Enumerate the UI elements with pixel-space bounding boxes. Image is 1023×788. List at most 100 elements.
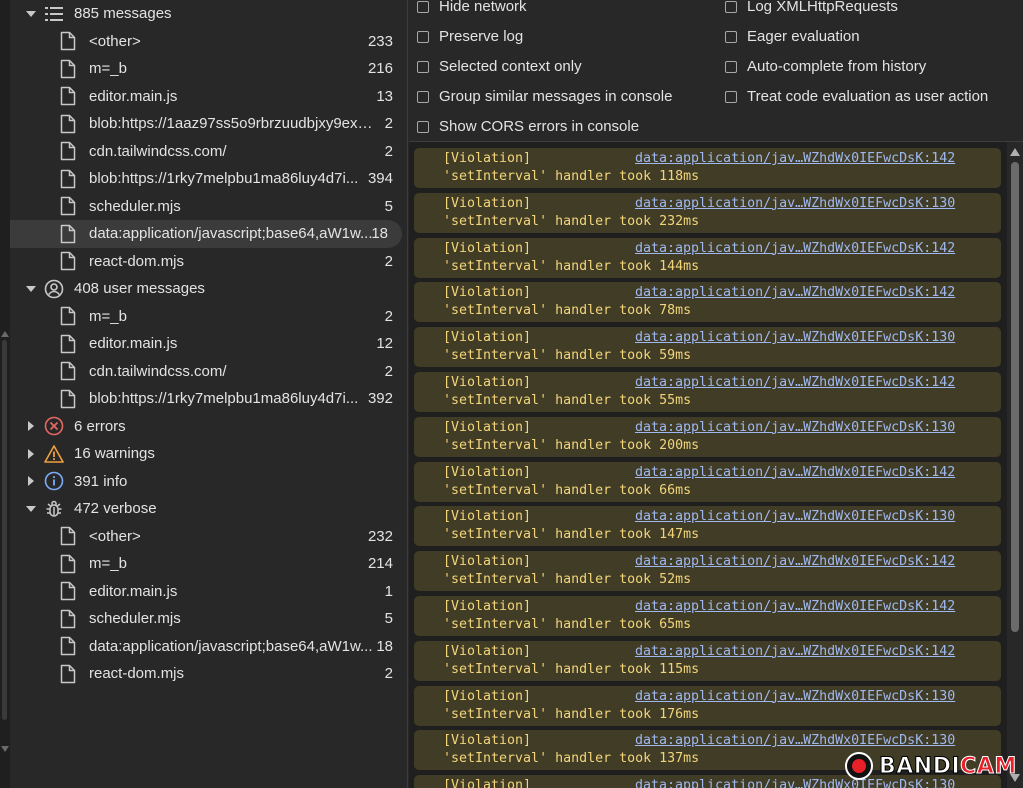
file-icon bbox=[60, 86, 76, 106]
console-messages[interactable]: [Violation] data:application/jav…WZhdWx0I… bbox=[409, 142, 1007, 788]
source-item[interactable]: scheduler.mjs 5 bbox=[10, 605, 407, 633]
violation-message[interactable]: [Violation] data:application/jav…WZhdWx0I… bbox=[414, 640, 1001, 681]
source-item[interactable]: editor.main.js 1 bbox=[10, 578, 407, 606]
violation-message[interactable]: [Violation] data:application/jav…WZhdWx0I… bbox=[414, 372, 1001, 412]
group-391-info[interactable]: 391 info bbox=[10, 468, 407, 496]
violation-message[interactable]: [Violation] data:application/jav…WZhdWx0I… bbox=[414, 327, 1001, 368]
caret-right-icon[interactable] bbox=[24, 419, 38, 433]
source-label: cdn.tailwindcss.com/ bbox=[89, 362, 227, 380]
autocomplete-history-option[interactable]: Auto-complete from history bbox=[725, 58, 926, 75]
source-item[interactable]: <other> 233 bbox=[10, 28, 407, 56]
group-16-warnings[interactable]: 16 warnings bbox=[10, 440, 407, 468]
violation-message[interactable]: [Violation] data:application/jav…WZhdWx0I… bbox=[414, 192, 1001, 233]
violation-text: 'setInterval' handler took 59ms bbox=[443, 348, 692, 364]
source-link[interactable]: data:application/jav…WZhdWx0IEFwcDsK:142 bbox=[635, 151, 955, 166]
message-count: 2 bbox=[384, 115, 393, 133]
source-item[interactable]: blob:https://1rky7melpbu1ma86luy4d7i... 3… bbox=[10, 385, 407, 413]
violation-message[interactable]: [Violation] data:application/jav…WZhdWx0I… bbox=[414, 596, 1001, 636]
source-item[interactable]: react-dom.mjs 2 bbox=[10, 660, 407, 688]
log-xhr-checkbox[interactable] bbox=[725, 0, 737, 13]
caret-right-icon[interactable] bbox=[24, 474, 38, 488]
caret-down-icon[interactable] bbox=[24, 7, 38, 21]
scrollbar-thumb[interactable] bbox=[1011, 162, 1019, 632]
hide-network-checkbox[interactable] bbox=[417, 0, 429, 13]
source-link[interactable]: data:application/jav…WZhdWx0IEFwcDsK:130 bbox=[635, 733, 955, 748]
treat-code-eval-option[interactable]: Treat code evaluation as user action bbox=[725, 88, 988, 105]
group-similar-option[interactable]: Group similar messages in console bbox=[417, 88, 672, 105]
source-label: editor.main.js bbox=[89, 335, 178, 353]
scroll-down-arrow-icon[interactable] bbox=[1, 746, 9, 752]
source-link[interactable]: data:application/jav…WZhdWx0IEFwcDsK:130 bbox=[635, 196, 955, 211]
caret-down-icon[interactable] bbox=[24, 282, 38, 296]
selected-context-only-option[interactable]: Selected context only bbox=[417, 58, 582, 75]
source-link[interactable]: data:application/jav…WZhdWx0IEFwcDsK:142 bbox=[635, 599, 955, 614]
hide-network-option[interactable]: Hide network bbox=[417, 0, 527, 15]
violation-message[interactable]: [Violation] data:application/jav…WZhdWx0I… bbox=[414, 685, 1001, 726]
source-link[interactable]: data:application/jav…WZhdWx0IEFwcDsK:142 bbox=[635, 285, 955, 300]
source-item[interactable]: m=_b 2 bbox=[10, 303, 407, 331]
source-item[interactable]: cdn.tailwindcss.com/2 bbox=[10, 138, 407, 166]
source-link[interactable]: data:application/jav…WZhdWx0IEFwcDsK:142 bbox=[635, 375, 955, 390]
show-cors-option[interactable]: Show CORS errors in console bbox=[417, 118, 639, 135]
source-link[interactable]: data:application/jav…WZhdWx0IEFwcDsK:142 bbox=[635, 644, 955, 659]
source-link[interactable]: data:application/jav…WZhdWx0IEFwcDsK:142 bbox=[635, 465, 955, 480]
source-link[interactable]: data:application/jav…WZhdWx0IEFwcDsK:130 bbox=[635, 420, 955, 435]
source-link[interactable]: data:application/jav…WZhdWx0IEFwcDsK:142 bbox=[635, 241, 955, 256]
preserve-log-option[interactable]: Preserve log bbox=[417, 28, 523, 45]
source-link[interactable]: data:application/jav…WZhdWx0IEFwcDsK:142 bbox=[635, 554, 955, 569]
eager-evaluation-checkbox[interactable] bbox=[725, 30, 737, 43]
source-link[interactable]: data:application/jav…WZhdWx0IEFwcDsK:130 bbox=[635, 689, 955, 704]
group-408-user-messages[interactable]: 408 user messages bbox=[10, 275, 407, 303]
violation-message[interactable]: [Violation] data:application/jav…WZhdWx0I… bbox=[414, 282, 1001, 323]
violation-text: 'setInterval' handler took 52ms bbox=[443, 572, 692, 588]
sidebar-scrollbar[interactable] bbox=[0, 0, 10, 788]
console-scrollbar[interactable] bbox=[1007, 142, 1023, 788]
treat-code-eval-checkbox[interactable] bbox=[725, 90, 737, 103]
file-icon bbox=[60, 196, 76, 216]
source-item[interactable]: <other> 232 bbox=[10, 523, 407, 551]
group-6-errors[interactable]: 6 errors bbox=[10, 413, 407, 441]
source-item[interactable]: m=_b 214 bbox=[10, 550, 407, 578]
source-label: editor.main.js bbox=[89, 87, 178, 105]
source-item[interactable]: data:application/javascript;base64,aW1w.… bbox=[10, 633, 407, 661]
group-similar-checkbox[interactable] bbox=[417, 90, 429, 103]
message-count: 12 bbox=[376, 335, 393, 353]
autocomplete-history-checkbox[interactable] bbox=[725, 60, 737, 73]
source-link[interactable]: data:application/jav…WZhdWx0IEFwcDsK:130 bbox=[635, 330, 955, 345]
violation-message[interactable]: [Violation] data:application/jav…WZhdWx0I… bbox=[414, 148, 1001, 188]
source-item[interactable]: editor.main.js 12 bbox=[10, 330, 407, 358]
violation-tag: [Violation] bbox=[443, 285, 532, 301]
violation-message[interactable]: [Violation] data:application/jav…WZhdWx0I… bbox=[414, 416, 1001, 457]
bug-icon bbox=[44, 499, 64, 519]
show-cors-checkbox[interactable] bbox=[417, 120, 429, 133]
caret-down-icon[interactable] bbox=[24, 502, 38, 516]
scroll-up-arrow-icon[interactable] bbox=[1010, 148, 1020, 156]
source-item[interactable]: editor.main.js 13 bbox=[10, 83, 407, 111]
group-885-messages[interactable]: 885 messages bbox=[10, 0, 407, 28]
source-label: blob:https://1rky7melpbu1ma86luy4d7i... bbox=[89, 390, 359, 408]
source-item[interactable]: m=_b 216 bbox=[10, 55, 407, 83]
file-icon bbox=[60, 141, 76, 161]
log-xhr-option[interactable]: Log XMLHttpRequests bbox=[725, 0, 898, 15]
scrollbar-thumb[interactable] bbox=[2, 340, 7, 720]
source-item[interactable]: blob:https://1rky7melpbu1ma86luy4d7i... 3… bbox=[10, 165, 407, 193]
violation-message[interactable]: [Violation] data:application/jav…WZhdWx0I… bbox=[414, 461, 1001, 502]
violation-message[interactable]: [Violation] data:application/jav…WZhdWx0I… bbox=[414, 551, 1001, 592]
caret-right-icon[interactable] bbox=[24, 447, 38, 461]
preserve-log-checkbox[interactable] bbox=[417, 30, 429, 43]
source-item[interactable]: blob:https://1aaz97ss5o9rbrzuudbjxy9exq.… bbox=[10, 110, 407, 138]
source-item[interactable]: data:application/javascript;base64,aW1w.… bbox=[10, 220, 402, 248]
source-link[interactable]: data:application/jav…WZhdWx0IEFwcDsK:130 bbox=[635, 509, 955, 524]
eager-evaluation-option[interactable]: Eager evaluation bbox=[725, 28, 860, 45]
list-icon bbox=[44, 4, 64, 24]
message-count: 18 bbox=[371, 225, 388, 243]
source-item[interactable]: scheduler.mjs 5 bbox=[10, 193, 407, 221]
group-472-verbose[interactable]: 472 verbose bbox=[10, 495, 407, 523]
selected-context-only-checkbox[interactable] bbox=[417, 60, 429, 73]
violation-message[interactable]: [Violation] data:application/jav…WZhdWx0I… bbox=[414, 237, 1001, 278]
source-item[interactable]: cdn.tailwindcss.com/2 bbox=[10, 358, 407, 386]
source-item[interactable]: react-dom.mjs 2 bbox=[10, 248, 407, 276]
scroll-up-arrow-icon[interactable] bbox=[1, 331, 9, 337]
violation-message[interactable]: [Violation] data:application/jav…WZhdWx0I… bbox=[414, 506, 1001, 547]
message-tree: 885 messages <other> 233 m=_b 216 editor.main… bbox=[10, 0, 407, 688]
